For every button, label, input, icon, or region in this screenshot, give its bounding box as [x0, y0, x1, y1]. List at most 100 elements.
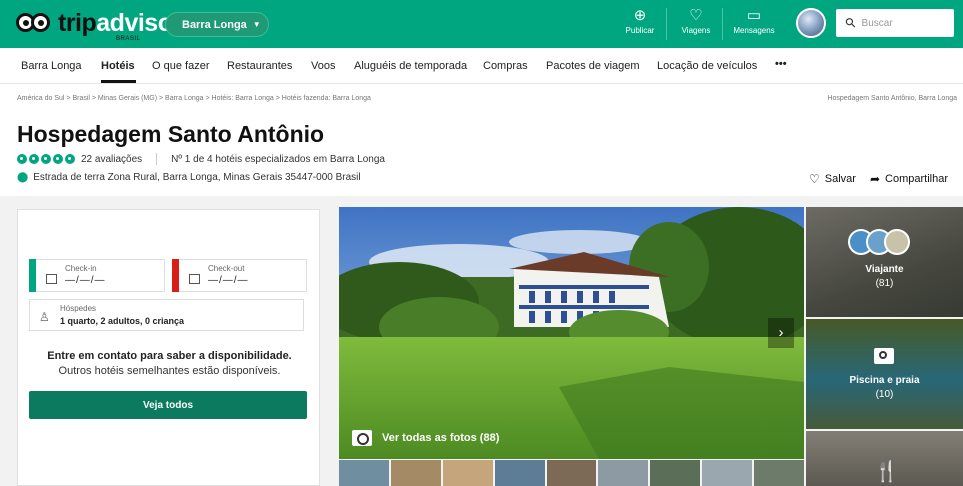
- photo-thumbnail[interactable]: [598, 460, 649, 486]
- calendar-icon: [46, 274, 57, 284]
- checkout-label: Check-out: [208, 264, 245, 273]
- share-label: Compartilhar: [885, 173, 948, 185]
- page-title: Hospedagem Santo Antônio: [17, 121, 325, 147]
- top-bar: tripadvisor BRASIL Barra Longa ▼ ⊕ Publi…: [0, 0, 963, 48]
- rating-bubble-icon: [17, 154, 27, 164]
- location-label: Barra Longa: [182, 18, 247, 31]
- subnav-item-packages[interactable]: Pacotes de viagem: [546, 60, 640, 72]
- owl-logo-icon: [16, 13, 54, 33]
- photo-thumbnail[interactable]: [339, 460, 389, 486]
- photo-thumbnail-strip: [339, 460, 805, 486]
- search-box[interactable]: ⚲: [836, 9, 954, 37]
- subnav-item-restaurants[interactable]: Restaurantes: [227, 60, 292, 72]
- see-all-photos-button[interactable]: Ver todas as fotos (88): [352, 430, 499, 446]
- message-icon: ▭: [746, 7, 762, 24]
- messages-label: Mensagens: [733, 26, 775, 35]
- hotel-photo-image: [339, 207, 804, 459]
- traveler-label: Viajante: [865, 264, 904, 275]
- photo-thumbnail[interactable]: [390, 460, 441, 486]
- subnav-item-shopping[interactable]: Compras: [483, 60, 528, 72]
- publish-button[interactable]: ⊕ Publicar: [614, 7, 666, 35]
- address-text[interactable]: Estrada de terra Zona Rural, Barra Longa…: [33, 172, 360, 183]
- checkin-value: —/—/—: [65, 275, 106, 286]
- photo-thumbnail[interactable]: [442, 460, 493, 486]
- plus-circle-icon: ⊕: [633, 7, 647, 24]
- photo-thumbnail[interactable]: [702, 460, 753, 486]
- person-icon: ♙: [39, 310, 50, 324]
- checkout-field[interactable]: Check-out —/—/—: [172, 259, 307, 292]
- save-label: Salvar: [824, 173, 856, 185]
- calendar-icon: [189, 274, 200, 284]
- subnav-item-barra-longa[interactable]: Barra Longa: [21, 60, 82, 72]
- photo-thumbnail[interactable]: [754, 460, 805, 486]
- search-icon: ⚲: [841, 13, 860, 32]
- map-pin-icon: ⬤: [17, 172, 29, 183]
- traveler-avatars: [848, 229, 910, 255]
- heart-icon: ♡: [689, 7, 703, 24]
- pool-label: Piscina e praia: [849, 375, 920, 386]
- traveler-photos-tile[interactable]: Viajante (81): [806, 207, 963, 317]
- availability-title: Entre em contato para saber a disponibil…: [47, 350, 292, 362]
- availability-subtitle: Outros hotéis semelhantes estão disponív…: [58, 365, 281, 377]
- trips-button[interactable]: ♡ Viagens: [670, 7, 722, 35]
- search-input[interactable]: [861, 17, 942, 29]
- photo-thumbnail[interactable]: [650, 460, 701, 486]
- location-selector[interactable]: Barra Longa ▼: [165, 12, 269, 37]
- messages-button[interactable]: ▭ Mensagens: [728, 7, 780, 35]
- subnav-item-flights[interactable]: Voos: [311, 60, 335, 72]
- tile-overlay: [806, 319, 963, 429]
- camera-icon: [874, 348, 894, 364]
- booking-panel: Check-in —/—/— Check-out —/—/— ♙ Hóspede…: [17, 209, 320, 486]
- trips-label: Viagens: [681, 26, 711, 35]
- pool-photos-tile[interactable]: Piscina e praia (10): [806, 319, 963, 429]
- guests-value: 1 quarto, 2 adultos, 0 criança: [60, 316, 185, 326]
- rating-bubble-icon: [41, 154, 51, 164]
- next-photo-arrow-icon[interactable]: ›: [768, 318, 794, 348]
- camera-icon: [352, 430, 372, 446]
- breadcrumb-current: Hospedagem Santo Antônio, Barra Longa: [827, 95, 957, 102]
- divider: [722, 8, 723, 40]
- logo-country: BRASIL: [116, 36, 141, 42]
- photo-thumbnail[interactable]: [546, 460, 597, 486]
- publish-label: Publicar: [625, 26, 655, 35]
- share-button[interactable]: ➦ Compartilhar: [870, 172, 948, 186]
- divider: [156, 153, 158, 165]
- active-tab-indicator: [101, 80, 136, 83]
- breadcrumb[interactable]: América do Sul > Brasil > Minas Gerais (…: [17, 95, 371, 102]
- photo-thumbnail[interactable]: [494, 460, 545, 486]
- checkin-label: Check-in: [65, 264, 97, 273]
- review-count[interactable]: 22 avaliações: [81, 154, 142, 165]
- logo-trip-text: trip: [58, 9, 97, 37]
- subnav-item-vacation-rentals[interactable]: Aluguéis de temporada: [354, 60, 467, 72]
- rating-bubble-icon: [29, 154, 39, 164]
- main-photo[interactable]: Ver todas as fotos (88) ›: [339, 207, 804, 459]
- dining-photos-tile[interactable]: 🍴: [806, 431, 963, 486]
- subnav-item-car-rental[interactable]: Locação de veículos: [657, 60, 757, 72]
- fork-knife-icon: 🍴: [874, 461, 899, 483]
- traveler-avatar: [884, 229, 910, 255]
- more-icon[interactable]: •••: [775, 58, 787, 70]
- see-all-photos-label: Ver todas as fotos (88): [382, 432, 500, 444]
- traveler-count: (81): [875, 278, 894, 289]
- avatar[interactable]: [796, 8, 826, 38]
- address: ⬤ Estrada de terra Zona Rural, Barra Lon…: [17, 172, 361, 183]
- tripadvisor-logo[interactable]: tripadvisor BRASIL: [16, 8, 182, 42]
- hotel-rank[interactable]: Nº 1 de 4 hotéis especializados em Barra…: [171, 154, 385, 165]
- checkin-accent: [29, 259, 36, 292]
- subnav-item-things-to-do[interactable]: O que fazer: [152, 60, 209, 72]
- sub-navigation: Barra Longa Hotéis O que fazer Restauran…: [0, 48, 963, 84]
- guests-field[interactable]: ♙ Hóspedes 1 quarto, 2 adultos, 0 crianç…: [29, 299, 304, 331]
- hotel-actions: ♡ Salvar ➦ Compartilhar: [809, 172, 962, 186]
- guests-label: Hóspedes: [60, 304, 97, 313]
- subnav-item-hotels[interactable]: Hotéis: [101, 60, 135, 72]
- checkout-value: —/—/—: [208, 275, 249, 286]
- see-all-hotels-button[interactable]: Veja todos: [29, 391, 307, 419]
- chevron-down-icon: ▼: [252, 20, 261, 29]
- checkin-field[interactable]: Check-in —/—/—: [29, 259, 165, 292]
- tile-overlay: [806, 207, 963, 317]
- heart-icon: ♡: [809, 172, 820, 186]
- divider: [666, 8, 667, 40]
- save-button[interactable]: ♡ Salvar: [809, 172, 856, 186]
- rating-bubble-icon: [65, 154, 75, 164]
- pool-count: (10): [875, 389, 894, 400]
